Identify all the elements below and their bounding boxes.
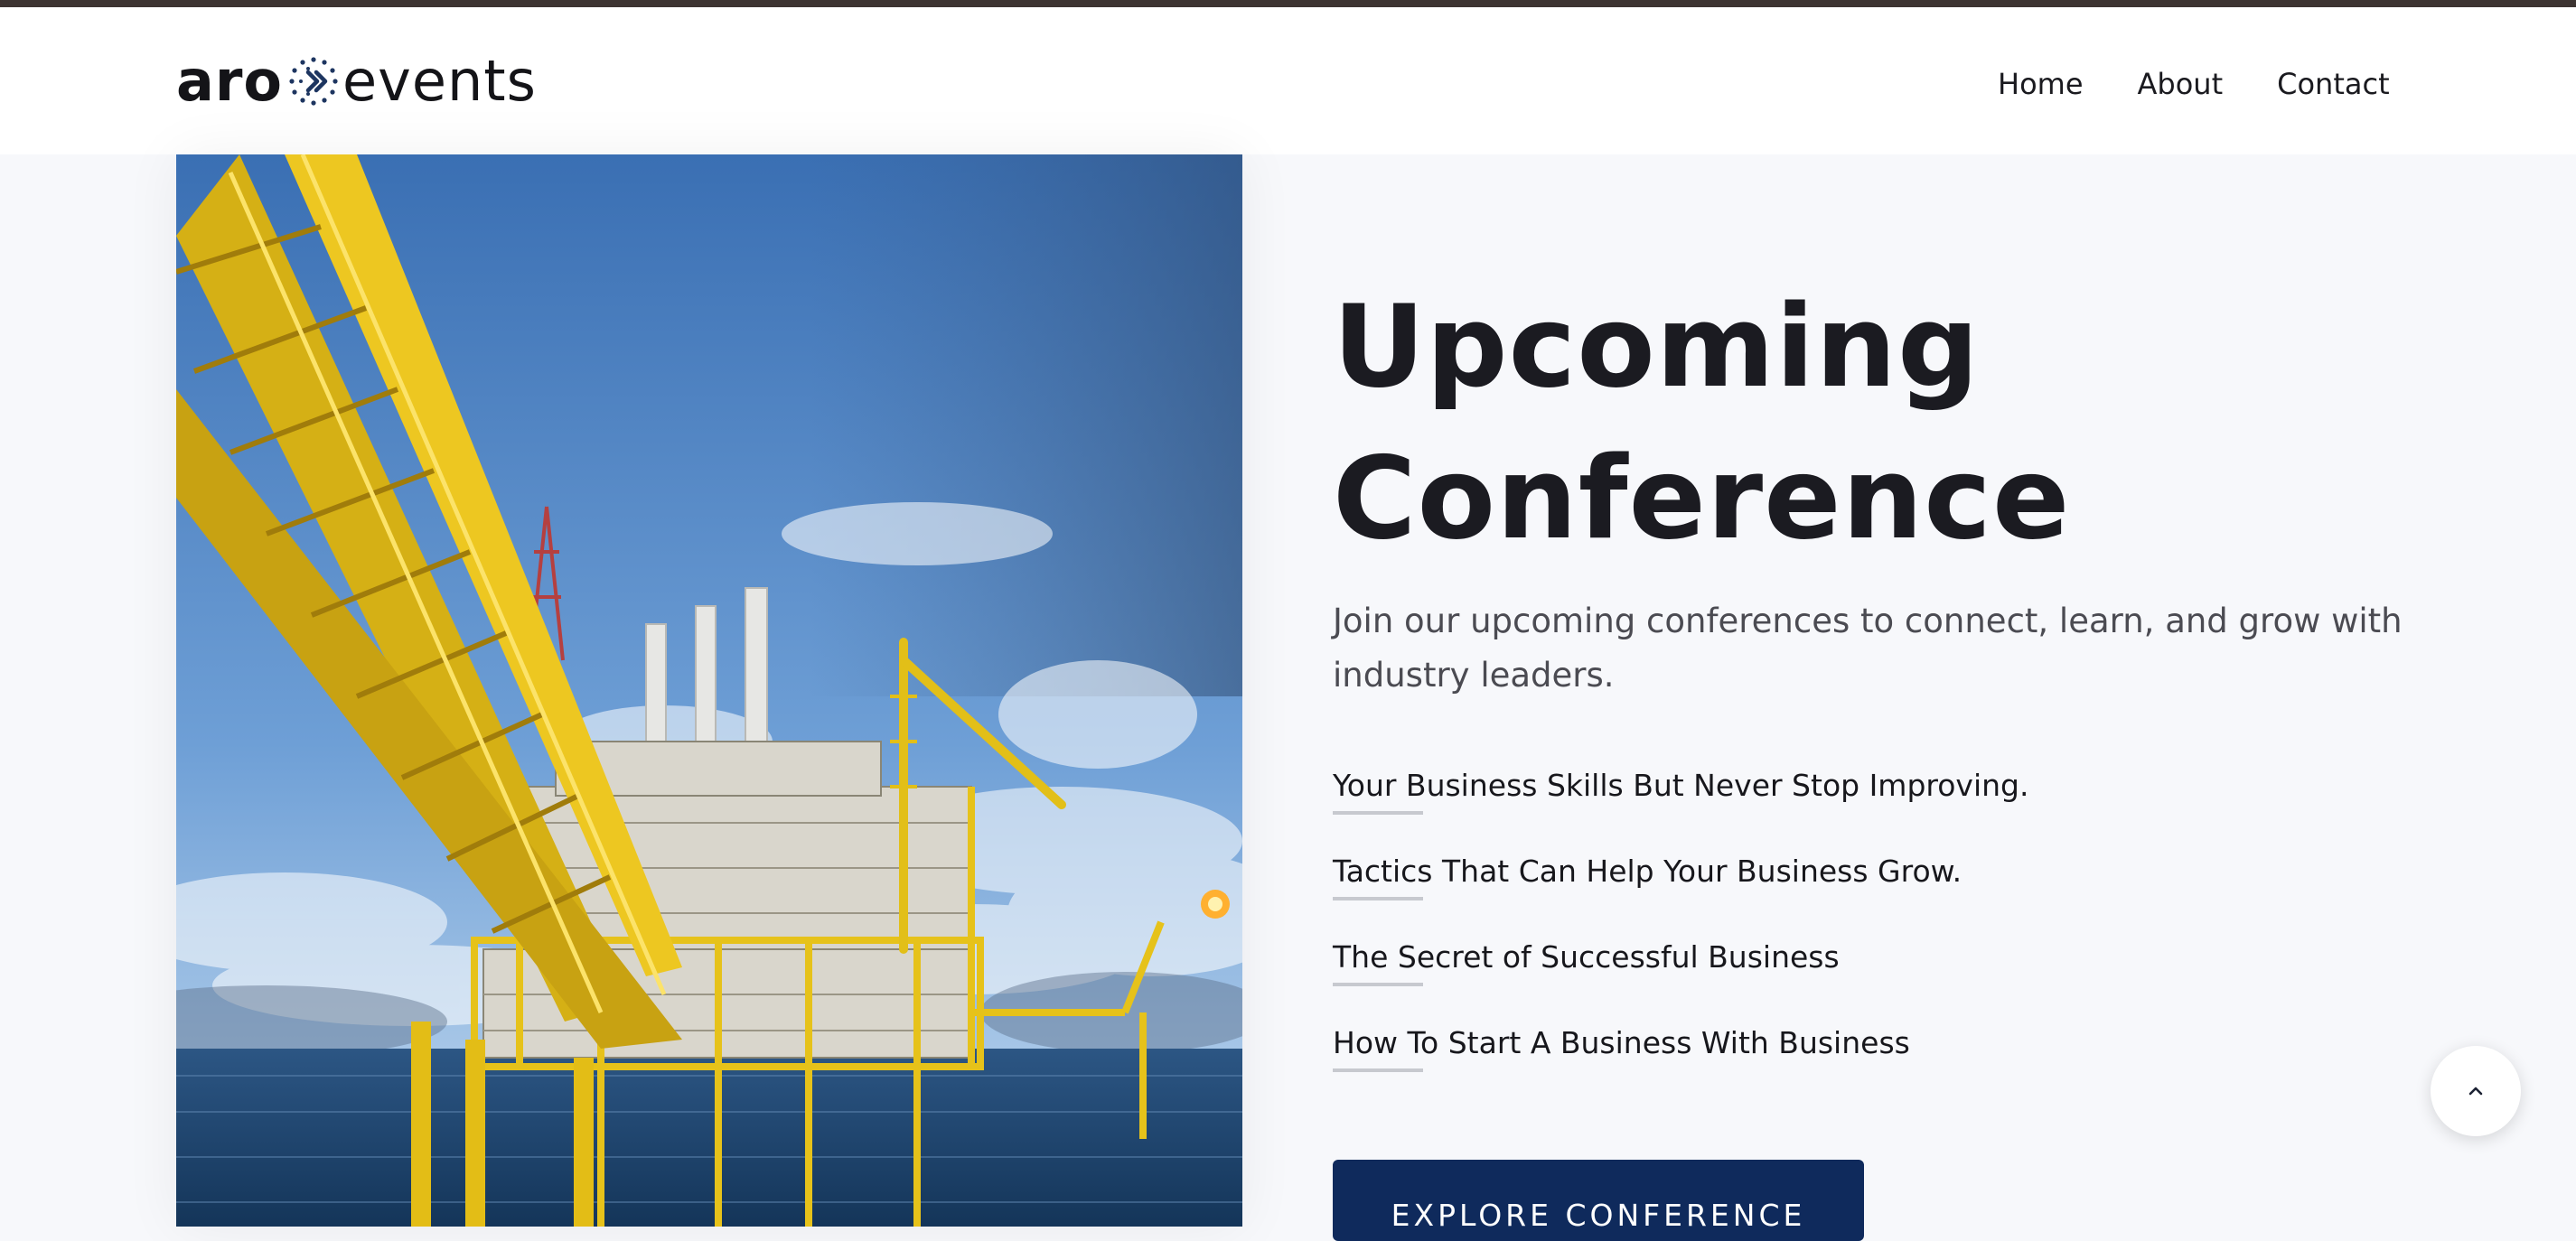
page-title-line-1: Upcoming — [1333, 280, 1981, 413]
logo-text-events: events — [342, 48, 537, 114]
top-accent-bar — [0, 0, 2576, 7]
nav-link-about[interactable]: About — [2138, 67, 2224, 101]
topic-item: Tactics That Can Help Your Business Grow… — [1333, 854, 2435, 939]
topic-underline — [1333, 1068, 1423, 1072]
topic-item-label: The Secret of Successful Business — [1333, 939, 1840, 975]
topic-underline — [1333, 897, 1423, 900]
explore-conference-button[interactable]: EXPLORE CONFERENCE — [1333, 1160, 1864, 1241]
offshore-platform-illustration — [176, 154, 1242, 1227]
topic-underline — [1333, 983, 1423, 986]
topic-item: How To Start A Business With Business — [1333, 1025, 2435, 1111]
topic-item: The Secret of Successful Business — [1333, 939, 2435, 1025]
nav-link-home[interactable]: Home — [1998, 67, 2084, 101]
topic-item-label: Tactics That Can Help Your Business Grow… — [1333, 854, 1962, 889]
logo-mark-icon — [289, 57, 338, 106]
topic-item-label: Your Business Skills But Never Stop Impr… — [1333, 768, 2029, 803]
topic-item: Your Business Skills But Never Stop Impr… — [1333, 768, 2435, 854]
topic-underline — [1333, 811, 1423, 815]
hero-image-offshore-platform — [176, 154, 1242, 1227]
site-logo[interactable]: aro events — [176, 45, 537, 117]
site-header: aro events Home About Contact — [0, 7, 2576, 154]
intro-subtitle: Join our upcoming conferences to connect… — [1333, 602, 2403, 695]
page-title-line-2: Conference — [1333, 432, 2071, 565]
main-nav: Home About Contact — [1998, 67, 2390, 101]
scroll-to-top-button[interactable] — [2431, 1046, 2521, 1136]
conference-intro: Upcoming Conference Join our upcoming co… — [1333, 271, 2435, 1111]
topic-list: Your Business Skills But Never Stop Impr… — [1333, 768, 2435, 1111]
topic-item-label: How To Start A Business With Business — [1333, 1025, 1910, 1060]
logo-text-aro: aro — [176, 48, 284, 114]
page-title: Upcoming Conference — [1333, 271, 2435, 574]
chevron-up-icon — [2468, 1087, 2483, 1096]
nav-link-contact[interactable]: Contact — [2277, 67, 2390, 101]
